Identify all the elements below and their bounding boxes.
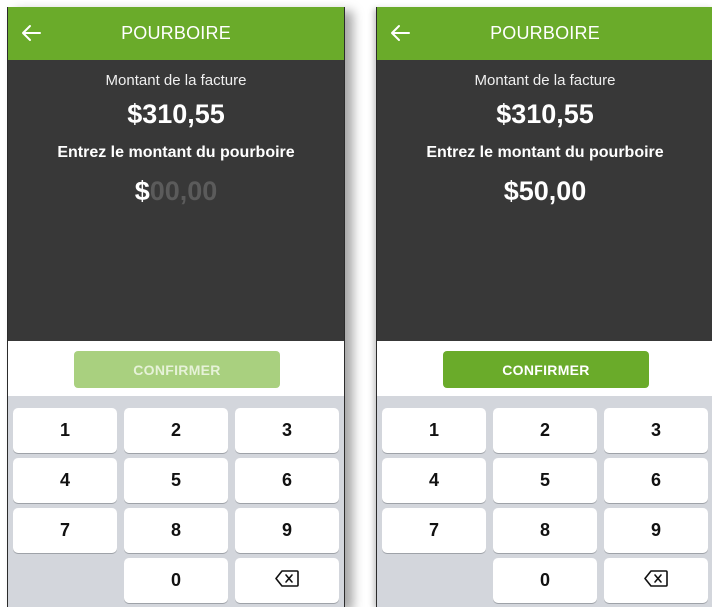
key-8[interactable]: 8: [493, 508, 597, 553]
confirm-button[interactable]: CONFIRMER: [74, 351, 280, 388]
confirm-area: CONFIRMER: [377, 341, 712, 396]
backspace-icon: [644, 569, 668, 592]
tip-amount-field[interactable]: $50,00: [377, 169, 712, 214]
page-title: POURBOIRE: [490, 23, 600, 43]
key-7[interactable]: 7: [382, 508, 486, 553]
tip-amount-value: 50,00: [518, 176, 587, 206]
key-6[interactable]: 6: [235, 458, 339, 503]
amount-panel: Montant de la facture $310,55 Entrez le …: [8, 60, 344, 341]
bill-amount: $310,55: [127, 99, 225, 129]
currency-prefix: $: [134, 176, 150, 206]
key-5[interactable]: 5: [124, 458, 228, 503]
backspace-icon: [275, 569, 299, 592]
key-0[interactable]: 0: [493, 558, 597, 603]
page-title: POURBOIRE: [121, 23, 231, 43]
key-3[interactable]: 3: [235, 408, 339, 453]
numeric-keypad: 1 2 3 4 5 6 7 8 9 0: [8, 396, 344, 607]
phone-screen-empty: POURBOIRE Montant de la facture $310,55 …: [7, 7, 345, 607]
key-1[interactable]: 1: [382, 408, 486, 453]
currency-prefix: $: [503, 176, 519, 206]
back-arrow-icon[interactable]: [387, 20, 413, 46]
numeric-keypad: 1 2 3 4 5 6 7 8 9 0: [377, 396, 712, 607]
key-5[interactable]: 5: [493, 458, 597, 503]
key-7[interactable]: 7: [13, 508, 117, 553]
key-4[interactable]: 4: [13, 458, 117, 503]
app-bar: POURBOIRE: [8, 7, 344, 60]
key-2[interactable]: 2: [124, 408, 228, 453]
tip-label: Entrez le montant du pourboire: [426, 144, 664, 161]
backspace-key[interactable]: [235, 558, 339, 603]
key-9[interactable]: 9: [604, 508, 708, 553]
app-bar: POURBOIRE: [377, 7, 712, 60]
tip-label: Entrez le montant du pourboire: [57, 144, 295, 161]
back-arrow-icon[interactable]: [18, 20, 44, 46]
bill-label: Montant de la facture: [105, 72, 247, 89]
amount-panel: Montant de la facture $310,55 Entrez le …: [377, 60, 712, 341]
key-4[interactable]: 4: [382, 458, 486, 503]
confirm-button[interactable]: CONFIRMER: [443, 351, 649, 388]
tip-amount-field[interactable]: $00,00: [8, 169, 344, 214]
bill-amount: $310,55: [496, 99, 594, 129]
bill-label: Montant de la facture: [474, 72, 616, 89]
confirm-area: CONFIRMER: [8, 341, 344, 396]
phone-screen-filled: POURBOIRE Montant de la facture $310,55 …: [376, 7, 712, 607]
key-1[interactable]: 1: [13, 408, 117, 453]
key-9[interactable]: 9: [235, 508, 339, 553]
key-2[interactable]: 2: [493, 408, 597, 453]
key-3[interactable]: 3: [604, 408, 708, 453]
key-8[interactable]: 8: [124, 508, 228, 553]
tip-amount-placeholder: 00,00: [149, 176, 218, 206]
backspace-key[interactable]: [604, 558, 708, 603]
key-6[interactable]: 6: [604, 458, 708, 503]
key-0[interactable]: 0: [124, 558, 228, 603]
